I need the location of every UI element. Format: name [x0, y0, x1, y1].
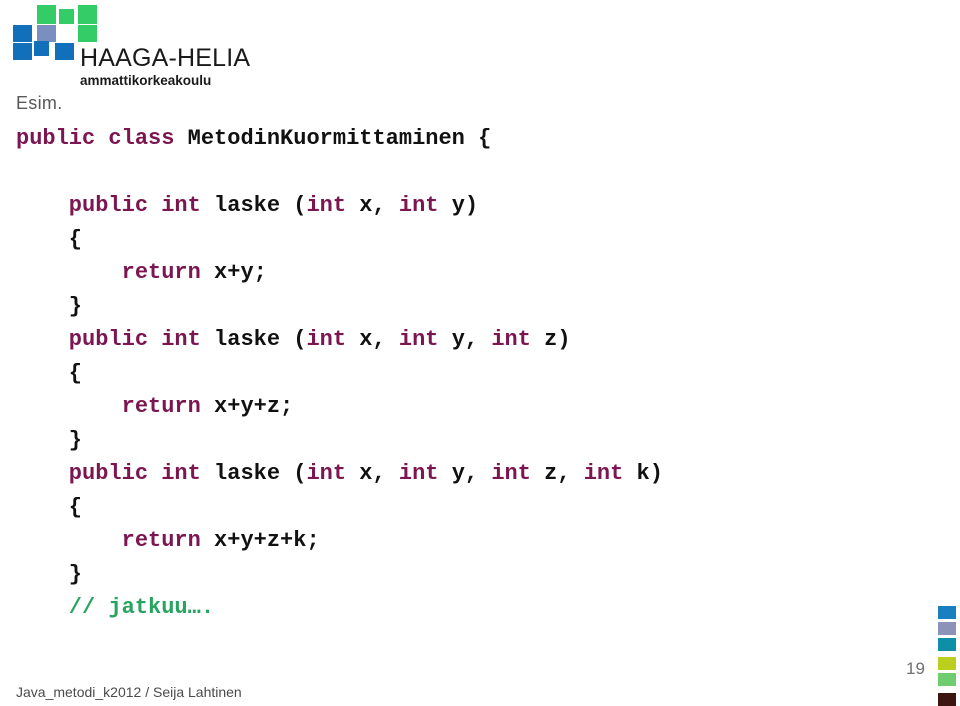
code-token: (	[293, 461, 307, 486]
code-line: }	[16, 290, 916, 324]
code-token: {	[16, 360, 83, 386]
code-token: y,	[451, 461, 492, 486]
page-number: 19	[906, 659, 925, 678]
code-token: int	[398, 193, 452, 218]
code-token: int	[398, 327, 452, 352]
code-token: int	[306, 193, 360, 218]
code-line: }	[16, 424, 916, 458]
logo-square	[13, 25, 32, 42]
code-token: x,	[359, 193, 399, 218]
code-line: // jatkuu….	[16, 591, 916, 625]
logo-square	[34, 41, 49, 56]
footer-course-label: Java_metodi_k2012 / Seija Lahtinen	[16, 684, 242, 700]
corner-decoration	[938, 606, 956, 706]
logo-square	[78, 25, 97, 42]
corner-square	[938, 657, 956, 670]
code-token: int	[398, 461, 452, 486]
code-token: int	[491, 461, 545, 486]
code-token: {	[16, 226, 83, 252]
logo-name: HAAGA-HELIA	[80, 44, 251, 72]
code-token: int	[583, 461, 637, 486]
corner-square	[938, 673, 956, 686]
code-token: int	[306, 327, 360, 352]
corner-square	[938, 638, 956, 651]
logo-square	[55, 43, 74, 60]
code-token: laske	[214, 193, 294, 218]
code-token: y,	[451, 327, 492, 352]
code-token: public class	[16, 126, 188, 151]
logo-square	[13, 43, 32, 60]
code-token: // jatkuu….	[16, 595, 215, 620]
code-token: return	[121, 528, 215, 553]
logo-square	[78, 5, 97, 24]
code-token: int	[491, 327, 545, 352]
code-token: z,	[544, 461, 584, 486]
code-line: public int laske (int x, int y)	[16, 189, 916, 223]
code-line: {	[16, 491, 916, 525]
code-token: z)	[544, 327, 571, 352]
code-token: x,	[359, 327, 399, 352]
logo-square	[37, 5, 56, 24]
corner-square	[938, 622, 956, 635]
logo-square	[37, 25, 56, 42]
logo-subtitle: ammattikorkeakoulu	[80, 73, 212, 88]
code-token: }	[16, 427, 83, 453]
code-line: return x+y+z+k;	[16, 524, 916, 558]
code-token: return	[121, 394, 215, 419]
code-token: x+y;	[214, 260, 267, 285]
code-token: laske	[214, 327, 294, 352]
haaga-helia-logo: HAAGA-HELIA ammattikorkeakoulu	[8, 4, 308, 96]
code-line: public int laske (int x, int y, int z, i…	[16, 457, 916, 491]
code-line: return x+y;	[16, 256, 916, 290]
code-token: (	[293, 193, 307, 218]
code-token: }	[16, 561, 83, 587]
code-token: y)	[451, 193, 479, 218]
code-token: laske	[214, 461, 294, 486]
code-line: }	[16, 558, 916, 592]
code-line: return x+y+z;	[16, 390, 916, 424]
code-token: return	[121, 260, 215, 285]
code-token: MetodinKuormittaminen {	[187, 126, 492, 151]
corner-square	[938, 693, 956, 706]
code-line: {	[16, 223, 916, 257]
code-token: (	[293, 327, 307, 352]
code-token: }	[16, 293, 83, 319]
code-line: public int laske (int x, int y, int z)	[16, 323, 916, 357]
code-token: x,	[359, 461, 399, 486]
code-token: public int	[16, 461, 215, 486]
code-token: x+y+z+k;	[214, 528, 320, 553]
example-label: Esim.	[16, 93, 63, 113]
corner-square	[938, 606, 956, 619]
code-token: {	[16, 494, 83, 520]
code-token: public int	[16, 327, 215, 352]
java-code-listing: public class MetodinKuormittaminen { pub…	[16, 122, 916, 625]
code-line: {	[16, 357, 916, 391]
logo-wordmark: HAAGA-HELIA ammattikorkeakoulu	[80, 44, 310, 89]
code-token: int	[306, 461, 360, 486]
code-token: public int	[16, 193, 215, 218]
code-line: public class MetodinKuormittaminen {	[16, 122, 916, 156]
logo-square	[59, 9, 74, 24]
code-token: x+y+z;	[214, 394, 294, 419]
code-token: k)	[636, 461, 663, 486]
